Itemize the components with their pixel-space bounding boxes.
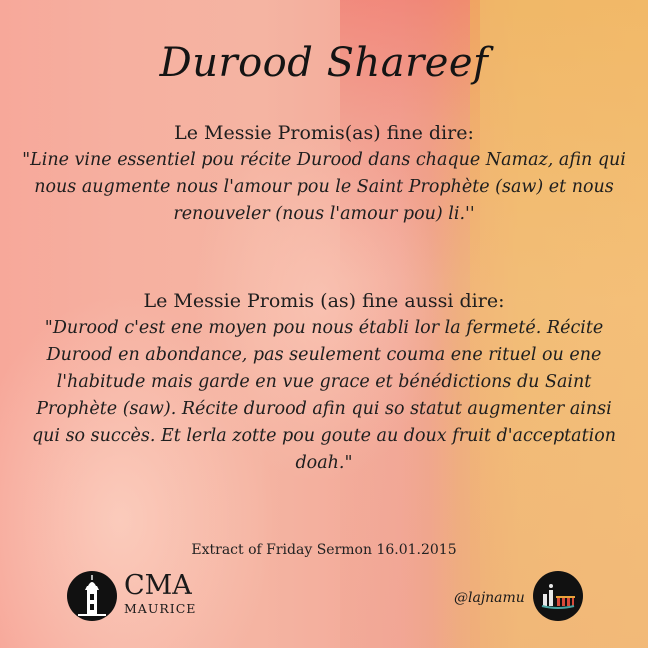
quote-section-2: Le Messie Promis (as) fine aussi dire: "… — [22, 288, 626, 477]
social-handle: @lajnamu — [454, 590, 525, 606]
section-heading: Le Messie Promis(as) fine dire: — [174, 122, 474, 144]
section-heading: Le Messie Promis (as) fine aussi dire: — [143, 290, 505, 312]
lajna-logo-icon — [533, 571, 583, 621]
mosque-minaret-icon — [67, 571, 117, 621]
page-title: Durood Shareef — [159, 40, 489, 86]
brand-subtitle: MAURICE — [124, 601, 197, 616]
quote-section-1: Le Messie Promis(as) fine dire: "Line vi… — [22, 120, 626, 228]
quote-text: "Line vine essentiel pou récite Durood d… — [22, 150, 626, 224]
quote-text: "Durood c'est ene moyen pou nous établi … — [31, 318, 617, 473]
brand-name: CMA — [124, 570, 192, 601]
source-citation: Extract of Friday Sermon 16.01.2015 — [191, 542, 457, 558]
cma-brand: CMA MAURICE — [124, 572, 196, 616]
